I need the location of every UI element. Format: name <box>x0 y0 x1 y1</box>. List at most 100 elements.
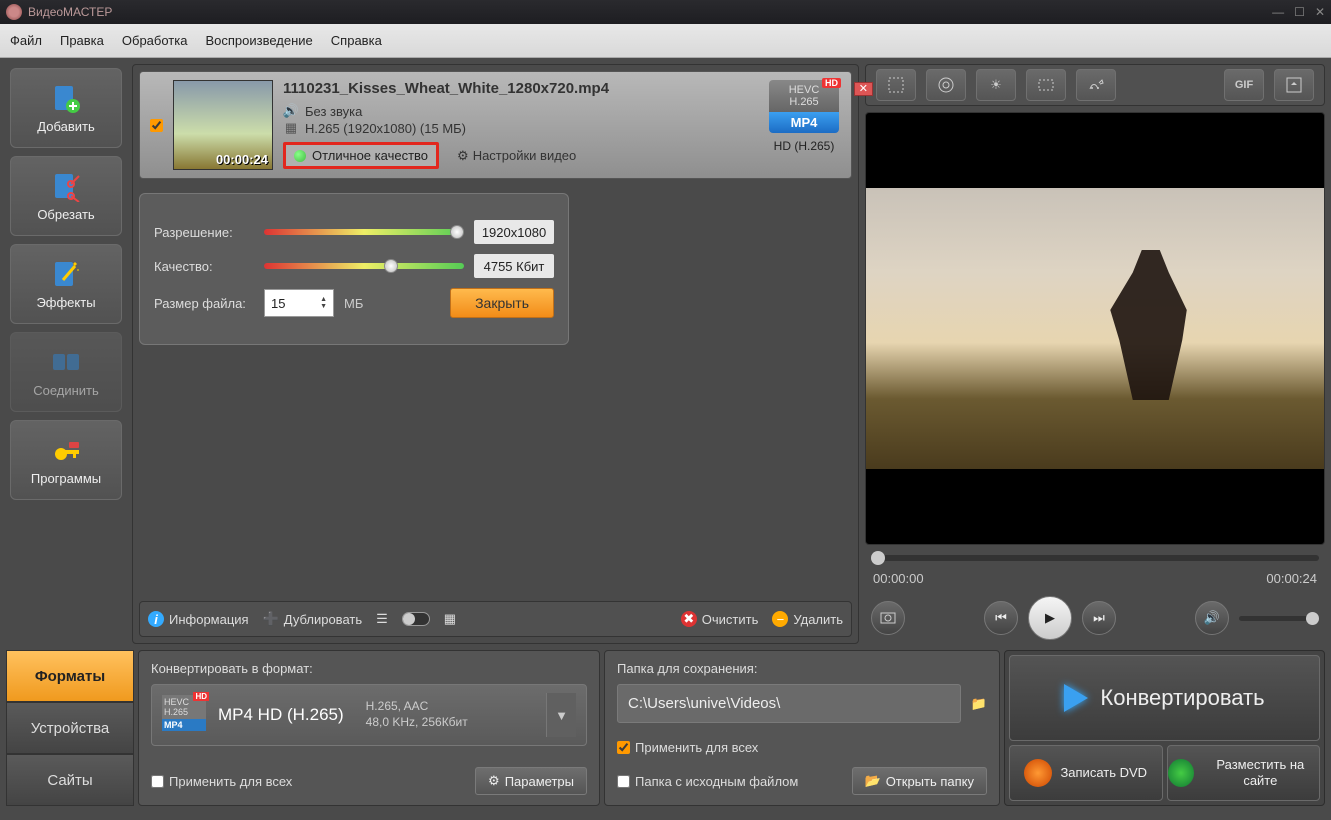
prev-button[interactable]: ⏮ <box>984 601 1018 635</box>
app-title: ВидеоМАСТЕР <box>28 5 112 19</box>
quality-slider[interactable] <box>264 263 464 269</box>
view-toggle-icon[interactable] <box>402 612 430 626</box>
add-label: Добавить <box>37 119 94 134</box>
quality-dot-icon <box>294 150 306 162</box>
video-icon: ▦ <box>283 120 299 136</box>
preview-toolbar: ☀ GIF <box>865 64 1325 106</box>
tab-sites[interactable]: Сайты <box>6 754 134 806</box>
close-panel-button[interactable]: Закрыть <box>450 288 554 318</box>
plus-icon: ➕ <box>263 611 279 627</box>
browse-folder-icon[interactable]: 📁 <box>971 696 987 712</box>
volume-slider[interactable] <box>1239 616 1319 621</box>
upload-button[interactable]: Разместить на сайте <box>1167 745 1321 801</box>
quality-value: 4755 Кбит <box>474 254 554 278</box>
view-grid-icon[interactable]: ▦ <box>444 611 456 627</box>
maximize-icon[interactable]: ☐ <box>1294 5 1305 19</box>
volume-button[interactable]: 🔊 <box>1195 601 1229 635</box>
save-path-field[interactable]: C:\Users\unive\Videos\ <box>617 684 961 723</box>
step-up-icon[interactable]: ▲ <box>320 296 327 303</box>
apply-all-save-checkbox[interactable]: Применить для всех <box>617 740 758 755</box>
resolution-label: Разрешение: <box>154 225 254 240</box>
speed-tool-icon[interactable] <box>1076 69 1116 101</box>
codec-sub: HD (H.265) <box>769 139 839 153</box>
time-total: 00:00:24 <box>1266 571 1317 586</box>
menu-bar: Файл Правка Обработка Воспроизведение Сп… <box>0 24 1331 58</box>
remove-file-button[interactable]: ✕ <box>854 82 873 96</box>
file-actions-bar: iИнформация ➕Дублировать ☰ ▦ ✖Очистить −… <box>139 601 852 637</box>
minimize-icon[interactable]: — <box>1272 5 1284 19</box>
filesize-label: Размер файла: <box>154 296 254 311</box>
convert-button[interactable]: Конвертировать <box>1009 655 1320 741</box>
wand-icon <box>50 259 82 291</box>
folder-icon: 📂 <box>865 773 881 789</box>
effects-button[interactable]: Эффекты <box>10 244 122 324</box>
filesize-stepper[interactable]: 15 ▲▼ <box>264 289 334 317</box>
programs-label: Программы <box>31 471 101 486</box>
add-button[interactable]: Добавить <box>10 68 122 148</box>
quality-button[interactable]: Отличное качество <box>283 142 439 169</box>
join-label: Соединить <box>33 383 99 398</box>
resolution-value: 1920x1080 <box>474 220 554 244</box>
join-button[interactable]: Соединить <box>10 332 122 412</box>
menu-edit[interactable]: Правка <box>60 33 104 48</box>
file-audio: Без звука <box>305 104 362 119</box>
file-format: H.265 (1920x1080) (15 МБ) <box>305 121 466 136</box>
time-current: 00:00:00 <box>873 571 924 586</box>
file-thumbnail[interactable]: 00:00:24 <box>173 80 273 170</box>
format-dropdown-icon[interactable]: ▼ <box>546 693 576 737</box>
burn-dvd-button[interactable]: Записать DVD <box>1009 745 1163 801</box>
tab-devices[interactable]: Устройства <box>6 702 134 754</box>
minus-icon: − <box>772 611 788 627</box>
quality-label: Отличное качество <box>312 148 428 163</box>
fullscreen-tool-icon[interactable] <box>1274 69 1314 101</box>
view-list-icon[interactable]: ☰ <box>376 611 388 627</box>
gear-icon: ⚙ <box>457 148 469 164</box>
open-folder-button[interactable]: 📂Открыть папку <box>852 767 988 795</box>
effects-label: Эффекты <box>36 295 95 310</box>
trim-button[interactable]: Обрезать <box>10 156 122 236</box>
quality-label-field: Качество: <box>154 259 254 274</box>
delete-button[interactable]: −Удалить <box>772 611 843 627</box>
menu-process[interactable]: Обработка <box>122 33 188 48</box>
crop-tool-icon[interactable] <box>876 69 916 101</box>
menu-help[interactable]: Справка <box>331 33 382 48</box>
save-header: Папка для сохранения: <box>617 661 987 676</box>
resolution-slider[interactable] <box>264 229 464 235</box>
menu-file[interactable]: Файл <box>10 33 42 48</box>
stabilize-tool-icon[interactable] <box>1026 69 1066 101</box>
convert-format-panel: Конвертировать в формат: HD HEVCH.265 MP… <box>138 650 600 806</box>
filesize-unit: МБ <box>344 296 363 311</box>
file-item[interactable]: 00:00:24 1110231_Kisses_Wheat_White_1280… <box>139 71 852 179</box>
next-button[interactable]: ⏭ <box>1082 601 1116 635</box>
file-checkbox[interactable] <box>150 119 163 132</box>
quality-panel: Разрешение: 1920x1080 Качество: 4755 Кби… <box>139 193 569 345</box>
format-selector[interactable]: HD HEVCH.265 MP4 MP4 HD (H.265) H.265, A… <box>151 684 587 746</box>
key-icon <box>50 435 82 467</box>
file-list-pane: 00:00:24 1110231_Kisses_Wheat_White_1280… <box>132 64 859 644</box>
info-button[interactable]: iИнформация <box>148 611 249 627</box>
apply-all-format-checkbox[interactable]: Применить для всех <box>151 774 292 789</box>
clear-button[interactable]: ✖Очистить <box>681 611 759 627</box>
gif-tool-button[interactable]: GIF <box>1224 69 1264 101</box>
join-icon <box>50 347 82 379</box>
tab-formats[interactable]: Форматы <box>6 650 134 702</box>
add-icon <box>50 83 82 115</box>
close-icon[interactable]: ✕ <box>1315 5 1325 19</box>
play-button[interactable]: ▶ <box>1028 596 1072 640</box>
vignette-tool-icon[interactable] <box>926 69 966 101</box>
seek-slider[interactable] <box>871 555 1319 561</box>
duplicate-button[interactable]: ➕Дублировать <box>263 611 363 627</box>
snapshot-button[interactable] <box>871 601 905 635</box>
programs-button[interactable]: Программы <box>10 420 122 500</box>
video-settings-link[interactable]: ⚙ Настройки видео <box>457 148 576 164</box>
brightness-tool-icon[interactable]: ☀ <box>976 69 1016 101</box>
menu-playback[interactable]: Воспроизведение <box>205 33 312 48</box>
preview-video[interactable] <box>865 112 1325 545</box>
source-folder-checkbox[interactable]: Папка с исходным файлом <box>617 774 798 789</box>
convert-header: Конвертировать в формат: <box>151 661 587 676</box>
parameters-button[interactable]: ⚙Параметры <box>475 767 587 795</box>
scissors-icon <box>50 171 82 203</box>
step-down-icon[interactable]: ▼ <box>320 303 327 310</box>
dvd-icon <box>1024 759 1052 787</box>
audio-icon: 🔊 <box>283 103 299 119</box>
